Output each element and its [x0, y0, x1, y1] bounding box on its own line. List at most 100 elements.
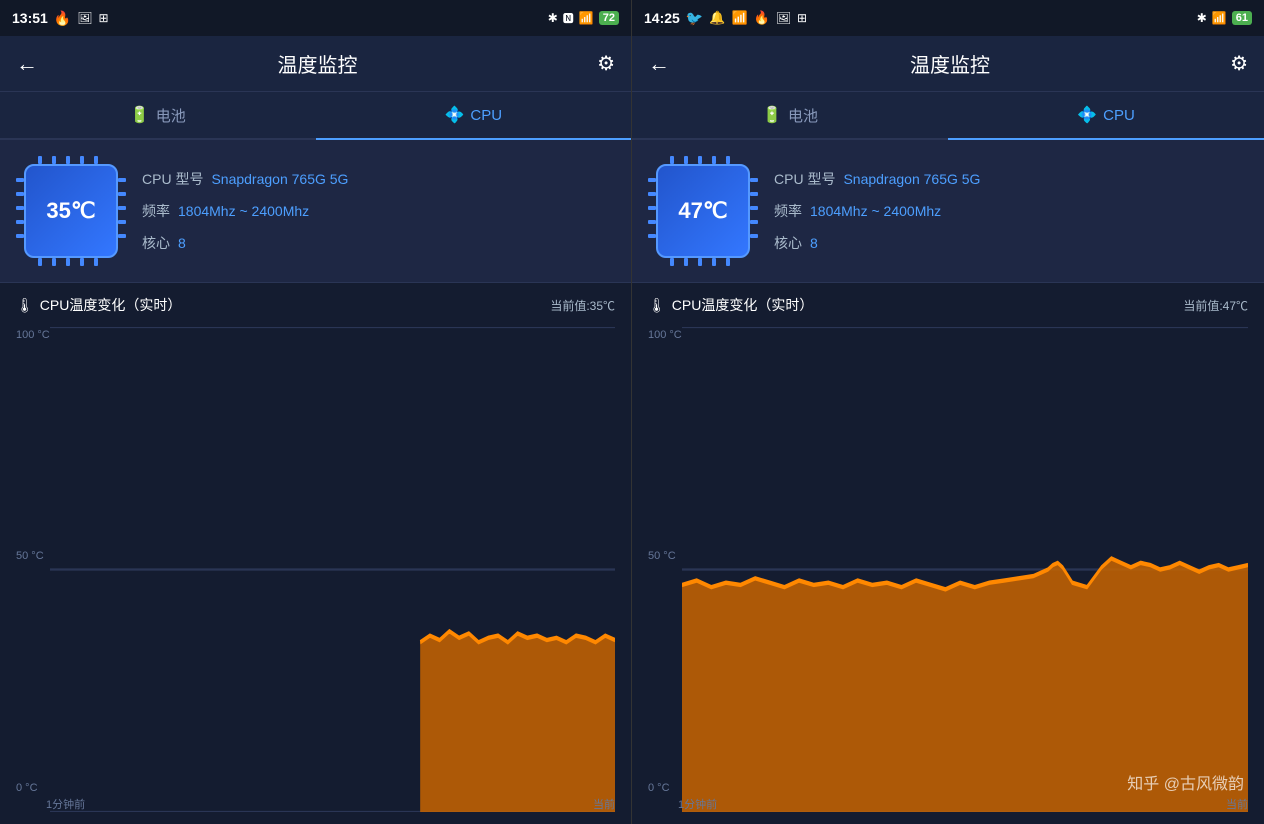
wifi-icon-1: 📶: [579, 11, 594, 25]
chip-body-1: 35℃: [24, 164, 118, 258]
chip-pin: [670, 156, 674, 164]
cpu-info-section-1: 35℃ CPU 型号 Snapdragon 765G 5G 频率 1804Mhz…: [0, 140, 631, 283]
y-label-100-1: 100 °C: [16, 329, 50, 341]
chip-pin: [750, 220, 758, 224]
status-right-1: ✱ 🅽 📶 72: [548, 10, 619, 26]
status-left-2: 14:25 🐦 🔔 📶 🔥 🖼 ⊞: [644, 10, 807, 27]
cpu-model-row-2: CPU 型号 Snapdragon 765G 5G: [774, 169, 1248, 189]
nfc-icon-1: 🅽: [563, 10, 574, 26]
chart-title-text-1: CPU温度变化（实时）: [40, 295, 182, 315]
chart-title-2: 🌡 CPU温度变化（实时）: [648, 295, 813, 315]
chip-temp-1: 35℃: [46, 198, 95, 224]
y-label-0-2: 0 °C: [648, 782, 670, 794]
chip-pin: [726, 156, 730, 164]
fire-icon-1: 🔥: [54, 10, 71, 27]
battery-tab-icon-2: 🔋: [762, 105, 782, 125]
signal-icon-2: 📶: [731, 10, 747, 26]
y-label-100-2: 100 °C: [648, 329, 682, 341]
tab-battery-2[interactable]: 🔋 电池: [632, 92, 948, 140]
chart-title-row-2: 🌡 CPU温度变化（实时） 当前值:47℃: [648, 295, 1248, 315]
chip-pin: [66, 156, 70, 164]
page-title-1: 温度监控: [278, 49, 358, 78]
cpu-cores-row-1: 核心 8: [142, 233, 615, 253]
chip-pin: [38, 258, 42, 266]
chip-pin: [66, 258, 70, 266]
chip-pin: [118, 192, 126, 196]
chip-pin: [712, 258, 716, 266]
page-title-2: 温度监控: [910, 49, 990, 78]
back-button-2[interactable]: ←: [648, 51, 670, 77]
cpu-model-row-1: CPU 型号 Snapdragon 765G 5G: [142, 169, 615, 189]
chip-pin: [684, 258, 688, 266]
chart-container-1: 100 °C 50 °C 0 °C 1分钟前 当前: [16, 327, 615, 812]
bell-icon-2: 🔔: [709, 10, 725, 26]
chip-pin: [52, 156, 56, 164]
chip-pin: [52, 258, 56, 266]
chip-pin: [16, 234, 24, 238]
cpu-chip-1: 35℃: [16, 156, 126, 266]
chip-pin: [94, 258, 98, 266]
chip-pin: [648, 178, 656, 182]
chip-pin: [118, 234, 126, 238]
time-2: 14:25: [644, 10, 680, 26]
x-label-right-2: 当前: [1226, 796, 1248, 812]
back-button-1[interactable]: ←: [16, 51, 38, 77]
cpu-freq-value-1: 1804Mhz ~ 2400Mhz: [178, 203, 309, 219]
settings-button-1[interactable]: ⚙: [597, 51, 615, 76]
chip-temp-2: 47℃: [678, 198, 727, 224]
cpu-model-label-2: CPU 型号: [774, 169, 835, 189]
cpu-freq-row-2: 频率 1804Mhz ~ 2400Mhz: [774, 201, 1248, 221]
cpu-freq-value-2: 1804Mhz ~ 2400Mhz: [810, 203, 941, 219]
cpu-model-value-2: Snapdragon 765G 5G: [843, 171, 980, 187]
status-left-1: 13:51 🔥 🖼 ⊞: [12, 10, 109, 27]
chip-pin: [726, 258, 730, 266]
cpu-cores-row-2: 核心 8: [774, 233, 1248, 253]
cpu-info-section-2: 47℃ CPU 型号 Snapdragon 765G 5G 频率 1804Mhz…: [632, 140, 1264, 283]
cpu-tab-icon-1: 💠: [444, 105, 464, 125]
cpu-details-1: CPU 型号 Snapdragon 765G 5G 频率 1804Mhz ~ 2…: [142, 169, 615, 253]
tab-cpu-label-1: CPU: [470, 107, 502, 124]
chip-pin: [80, 156, 84, 164]
chip-pin: [750, 234, 758, 238]
cpu-tab-icon-2: 💠: [1077, 105, 1097, 125]
battery-pct-1: 72: [599, 11, 619, 25]
chip-pin: [648, 206, 656, 210]
battery-tab-icon-1: 🔋: [130, 105, 150, 125]
chip-pin: [16, 220, 24, 224]
chip-body-2: 47℃: [656, 164, 750, 258]
screen-icon-2: 🖼: [776, 11, 791, 25]
chip-pin: [94, 156, 98, 164]
status-bar-1: 13:51 🔥 🖼 ⊞ ✱ 🅽 📶 72: [0, 0, 631, 36]
bluetooth-icon-2: ✱: [1197, 11, 1207, 25]
chip-pin: [648, 220, 656, 224]
cpu-freq-label-1: 频率: [142, 201, 170, 221]
cpu-cores-label-1: 核心: [142, 233, 170, 253]
tab-cpu-1[interactable]: 💠 CPU: [316, 92, 632, 140]
chart-section-1: 🌡 CPU温度变化（实时） 当前值:35℃ 100 °C 50 °C 0 °C …: [0, 283, 631, 824]
chart-section-2: 🌡 CPU温度变化（实时） 当前值:47℃ 100 °C 50 °C 0 °C …: [632, 283, 1264, 824]
y-label-0-1: 0 °C: [16, 782, 38, 794]
settings-button-2[interactable]: ⚙: [1230, 51, 1248, 76]
tab-battery-label-1: 电池: [156, 105, 186, 126]
chip-pin: [80, 258, 84, 266]
cpu-model-value-1: Snapdragon 765G 5G: [211, 171, 348, 187]
tab-battery-1[interactable]: 🔋 电池: [0, 92, 316, 140]
status-right-2: ✱ 📶 61: [1197, 11, 1252, 25]
top-bar-1: ← 温度监控 ⚙: [0, 36, 631, 92]
wifi-icon-2: 📶: [1212, 11, 1227, 25]
bird-icon-2: 🐦: [686, 10, 703, 27]
cpu-model-label-1: CPU 型号: [142, 169, 203, 189]
chip-pin: [16, 178, 24, 182]
chart-svg-1: [50, 327, 615, 812]
chart-title-text-2: CPU温度变化（实时）: [672, 295, 814, 315]
grid-icon-1: ⊞: [98, 11, 108, 25]
chart-svg-2: [682, 327, 1248, 812]
chip-pin: [648, 234, 656, 238]
tab-battery-label-2: 电池: [788, 105, 818, 126]
cpu-freq-label-2: 频率: [774, 201, 802, 221]
cpu-cores-label-2: 核心: [774, 233, 802, 253]
thermometer-icon-1: 🌡: [16, 297, 34, 314]
tab-cpu-2[interactable]: 💠 CPU: [948, 92, 1264, 140]
x-label-left-1: 1分钟前: [46, 796, 85, 812]
top-bar-2: ← 温度监控 ⚙: [632, 36, 1264, 92]
